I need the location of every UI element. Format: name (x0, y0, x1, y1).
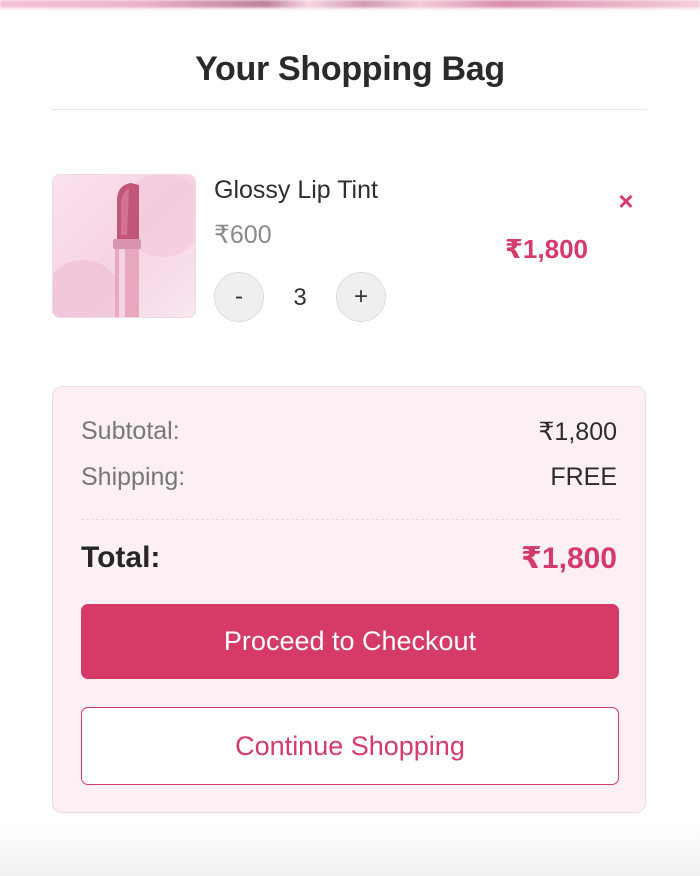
product-name[interactable]: Glossy Lip Tint (214, 176, 378, 205)
page-title: Your Shopping Bag (195, 50, 505, 88)
title-divider (52, 109, 646, 110)
bottom-fade (0, 826, 700, 876)
remove-item-button[interactable]: × (612, 186, 640, 216)
product-image[interactable] (52, 174, 196, 318)
shipping-label: Shipping: (81, 463, 186, 491)
total-label: Total: (81, 541, 161, 574)
quantity-increase-button[interactable]: + (336, 272, 386, 322)
subtotal-label: Subtotal: (81, 417, 180, 445)
order-summary-panel: Subtotal: ₹1,800 Shipping: FREE Total: ₹… (52, 386, 646, 813)
product-unit-price: ₹600 (214, 221, 272, 249)
quantity-decrease-button[interactable]: - (214, 272, 264, 322)
banner-image-strip (0, 0, 700, 11)
subtotal-value: ₹1,800 (538, 418, 617, 446)
shipping-value: FREE (550, 463, 617, 491)
lipstick-icon (53, 175, 195, 317)
checkout-button[interactable]: Proceed to Checkout (81, 604, 619, 679)
total-value: ₹1,800 (521, 542, 617, 575)
summary-divider (81, 519, 619, 520)
quantity-value: 3 (293, 284, 307, 311)
item-line-total: ₹1,800 (504, 234, 588, 264)
continue-shopping-button[interactable]: Continue Shopping (81, 707, 619, 785)
